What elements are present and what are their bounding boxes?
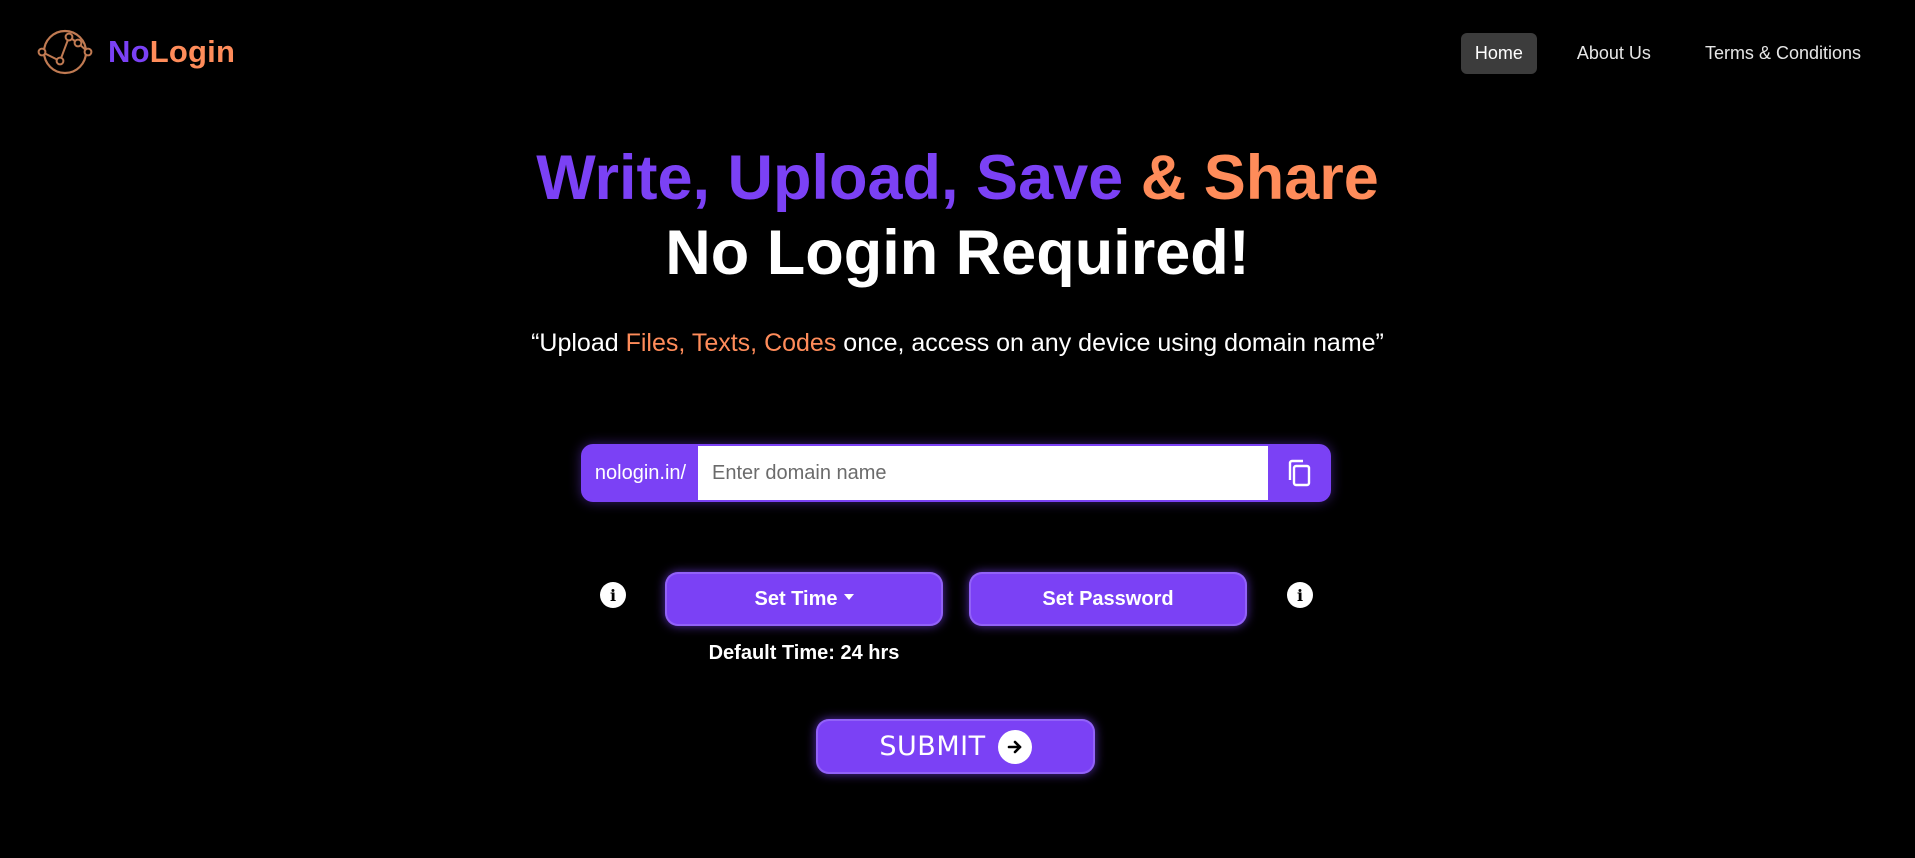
domain-name-input[interactable] bbox=[698, 446, 1268, 500]
tagline-prefix: “Upload bbox=[531, 329, 619, 357]
nav-about-us[interactable]: About Us bbox=[1563, 33, 1665, 74]
hero-headline: Write, Upload, Save & Share bbox=[0, 138, 1915, 218]
submit-label: SUBMIT bbox=[879, 731, 986, 762]
hero-headline-part2: & Share bbox=[1140, 143, 1379, 213]
tagline-suffix: once, access on any device using domain … bbox=[843, 329, 1384, 357]
copy-button[interactable] bbox=[1268, 446, 1329, 500]
main-nav: Home About Us Terms & Conditions bbox=[1435, 33, 1875, 74]
set-password-info-icon[interactable]: i bbox=[1287, 582, 1313, 608]
set-time-button[interactable]: Set Time bbox=[665, 572, 943, 626]
nav-home[interactable]: Home bbox=[1460, 33, 1537, 74]
set-time-label: Set Time bbox=[754, 587, 838, 610]
logo[interactable]: NoLogin bbox=[36, 28, 235, 76]
arrow-right-icon bbox=[997, 729, 1032, 764]
domain-input-group: nologin.in/ bbox=[581, 444, 1331, 502]
brand-part-no: No bbox=[108, 34, 150, 69]
tagline: “Upload Files, Texts, Codes once, access… bbox=[0, 326, 1915, 360]
network-nodes-icon bbox=[37, 29, 93, 75]
set-time-info-icon[interactable]: i bbox=[600, 582, 626, 608]
submit-button[interactable]: SUBMIT bbox=[816, 719, 1095, 774]
caret-down-icon bbox=[843, 594, 854, 600]
domain-prefix: nologin.in/ bbox=[583, 446, 698, 500]
hero-subheadline: No Login Required! bbox=[665, 218, 1250, 288]
copy-icon bbox=[1288, 459, 1310, 487]
nav-terms-conditions[interactable]: Terms & Conditions bbox=[1691, 33, 1875, 74]
brand-part-login: Login bbox=[149, 34, 236, 69]
brand-name: NoLogin bbox=[108, 34, 235, 70]
default-time-text: Default Time: 24 hrs bbox=[708, 642, 900, 664]
tagline-highlight: Files, Texts, Codes bbox=[625, 329, 837, 357]
hero-headline-part1: Write, Upload, Save bbox=[536, 143, 1124, 213]
set-password-button[interactable]: Set Password bbox=[969, 572, 1247, 626]
